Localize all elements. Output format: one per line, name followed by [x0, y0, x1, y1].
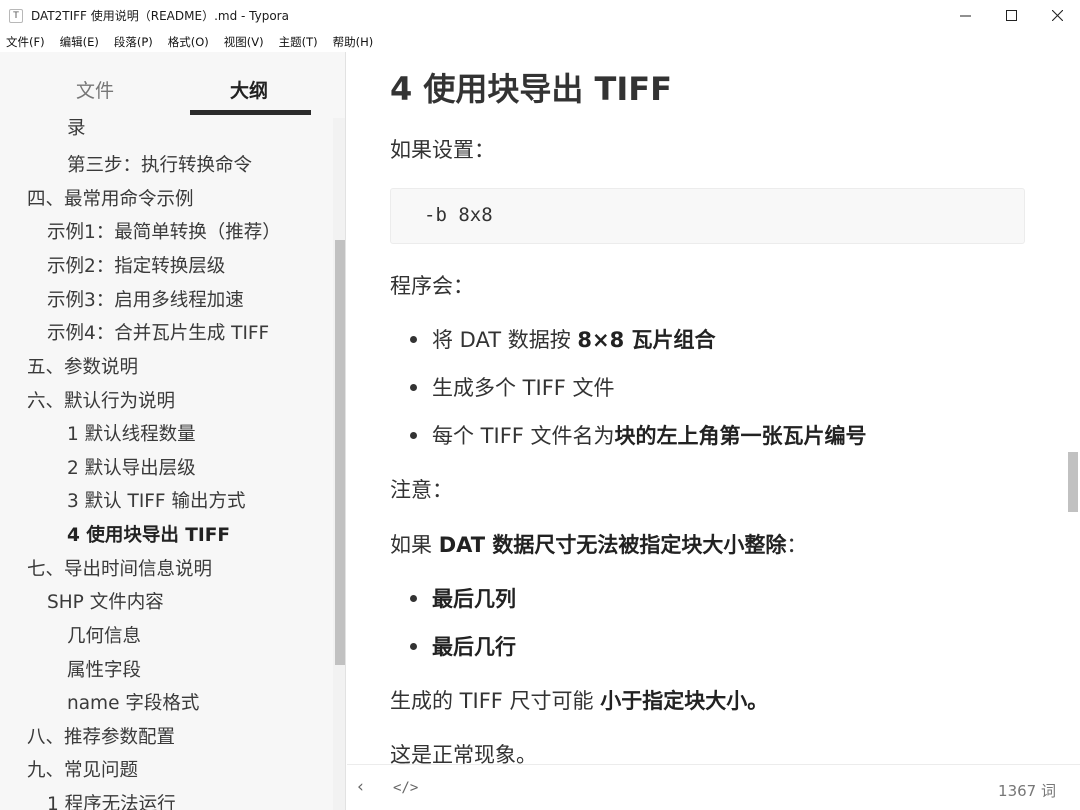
sidebar-tabs: 文件 大纲	[0, 52, 345, 118]
list-item: 最后几列	[410, 583, 516, 613]
paragraph-bold: 小于指定块大小。	[600, 689, 769, 713]
paragraph-program: 程序会：	[390, 274, 474, 298]
sidebar-scrollbar-thumb[interactable]	[335, 240, 345, 665]
outline-item[interactable]: 示例4：合并瓦片生成 TIFF	[47, 319, 269, 345]
outline-item[interactable]: 九、常见问题	[27, 756, 138, 782]
paragraph-normal: 这是正常现象。	[390, 743, 537, 764]
maximize-button[interactable]	[988, 0, 1034, 31]
status-bar: ‹ </> 1367 词	[347, 764, 1080, 810]
list-item-bold: 8×8 瓦片组合	[577, 328, 716, 352]
title-bar: T DAT2TIFF 使用说明（README）.md - Typora	[0, 0, 1080, 31]
outline-item[interactable]: name 字段格式	[67, 689, 199, 715]
outline-item[interactable]: 七、导出时间信息说明	[27, 555, 212, 581]
outline-item[interactable]: 示例3：启用多线程加速	[47, 286, 244, 312]
paragraph-text: 如果	[390, 533, 439, 557]
list-item-bold: 最后几行	[432, 635, 516, 659]
paragraph-size: 生成的 TIFF 尺寸可能 小于指定块大小。	[390, 685, 768, 715]
editor-pane[interactable]: 4 使用块导出 TIFF 如果设置： -b 8x8 程序会： 将 DAT 数据按…	[347, 52, 1080, 764]
outline-item[interactable]: 五、参数说明	[27, 353, 138, 379]
list-item-text: 将 DAT 数据按	[432, 328, 578, 352]
typora-app-icon: T	[9, 8, 23, 23]
close-icon	[1051, 10, 1063, 21]
outline-item[interactable]: 2 默认导出层级	[67, 454, 196, 480]
paragraph-text: ：	[786, 533, 808, 557]
paragraph-text: 生成的 TIFF 尺寸可能	[390, 689, 601, 713]
menu-bar: 文件(F) 编辑(E) 段落(P) 格式(O) 视图(V) 主题(T) 帮助(H…	[0, 31, 1080, 52]
outline-item[interactable]: 录	[67, 118, 86, 140]
tab-outline[interactable]: 大纲	[230, 76, 268, 103]
outline-list: 录 第三步：执行转换命令 四、最常用命令示例 示例1：最简单转换（推荐） 示例2…	[0, 118, 332, 810]
paragraph-if-set: 如果设置：	[390, 138, 495, 162]
list-item: 将 DAT 数据按 8×8 瓦片组合	[410, 324, 716, 354]
list-item: 生成多个 TIFF 文件	[410, 372, 615, 402]
outline-item[interactable]: 示例2：指定转换层级	[47, 252, 225, 278]
menu-edit[interactable]: 编辑(E)	[58, 34, 101, 50]
code-block[interactable]: -b 8x8	[390, 188, 1025, 244]
outline-item[interactable]: 四、最常用命令示例	[27, 185, 194, 211]
outline-item[interactable]: 六、默认行为说明	[27, 387, 175, 413]
paragraph-if-dat: 如果 DAT 数据尺寸无法被指定块大小整除：	[390, 529, 807, 559]
outline-item-active[interactable]: 4 使用块导出 TIFF	[67, 521, 230, 547]
outline-item[interactable]: 属性字段	[67, 656, 141, 682]
list-item-bold: 最后几列	[432, 587, 516, 611]
menu-file[interactable]: 文件(F)	[4, 34, 47, 50]
outline-item[interactable]: 1 程序无法运行	[47, 790, 176, 810]
list-item-text: 每个 TIFF 文件名为	[432, 424, 615, 448]
paragraph-bold: DAT 数据尺寸无法被指定块大小整除	[438, 533, 787, 557]
list-item-bold: 块的左上角第一张瓦片编号	[614, 424, 867, 448]
editor-scrollbar-thumb[interactable]	[1068, 452, 1078, 512]
list-item: 每个 TIFF 文件名为块的左上角第一张瓦片编号	[410, 420, 867, 450]
outline-item[interactable]: 八、推荐参数配置	[27, 723, 175, 749]
section-heading: 4 使用块导出 TIFF	[390, 70, 673, 108]
toggle-sidebar-icon[interactable]: ‹	[357, 777, 364, 797]
tab-files[interactable]: 文件	[76, 76, 114, 103]
active-tab-indicator	[190, 110, 311, 115]
source-code-mode-icon[interactable]: </>	[393, 780, 418, 796]
menu-theme[interactable]: 主题(T)	[277, 34, 320, 50]
code-text: -b 8x8	[424, 204, 493, 226]
minimize-button[interactable]	[942, 0, 988, 31]
menu-format[interactable]: 格式(O)	[166, 34, 211, 50]
word-count[interactable]: 1367 词	[998, 780, 1056, 801]
window-controls	[942, 0, 1080, 31]
maximize-icon	[1005, 10, 1017, 21]
list-item-text: 生成多个 TIFF 文件	[432, 376, 615, 400]
menu-paragraph[interactable]: 段落(P)	[112, 34, 155, 50]
outline-item[interactable]: 第三步：执行转换命令	[67, 151, 252, 177]
outline-item[interactable]: SHP 文件内容	[47, 588, 164, 614]
menu-view[interactable]: 视图(V)	[222, 34, 266, 50]
paragraph-note: 注意：	[390, 478, 453, 502]
window-title: DAT2TIFF 使用说明（README）.md - Typora	[31, 9, 289, 23]
outline-item[interactable]: 示例1：最简单转换（推荐）	[47, 218, 281, 244]
list-item: 最后几行	[410, 631, 516, 661]
menu-help[interactable]: 帮助(H)	[331, 34, 376, 50]
outline-item[interactable]: 3 默认 TIFF 输出方式	[67, 487, 245, 513]
minimize-icon	[959, 15, 971, 17]
outline-item[interactable]: 几何信息	[67, 622, 141, 648]
outline-item[interactable]: 1 默认线程数量	[67, 420, 196, 446]
sidebar: 文件 大纲 录 第三步：执行转换命令 四、最常用命令示例 示例1：最简单转换（推…	[0, 52, 346, 810]
close-button[interactable]	[1034, 0, 1080, 31]
